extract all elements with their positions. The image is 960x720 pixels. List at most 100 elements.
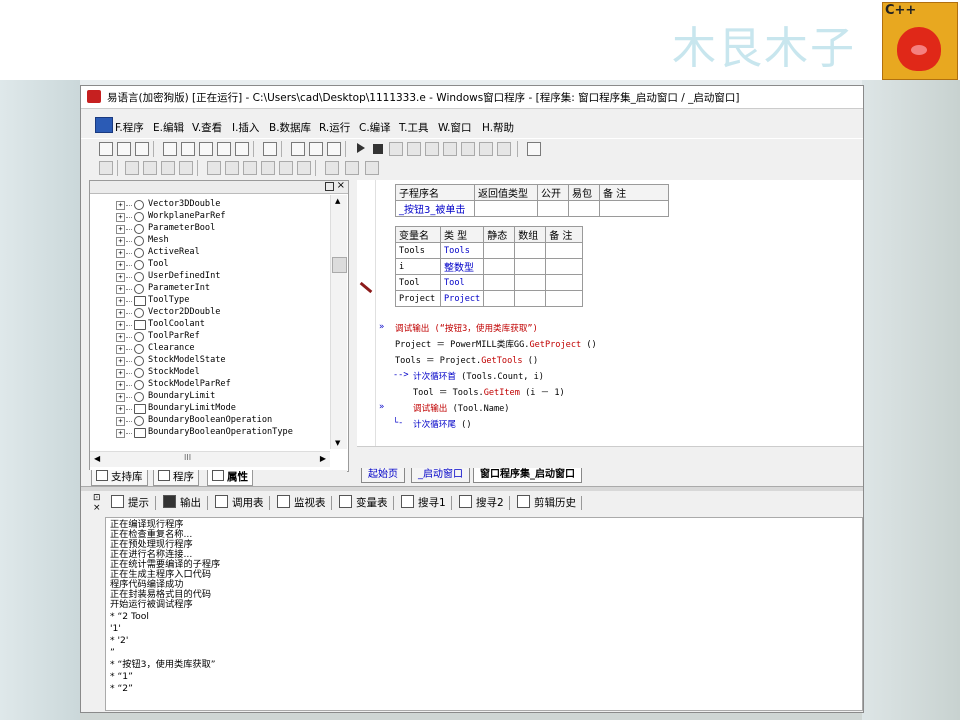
step-icon[interactable] bbox=[389, 142, 403, 156]
run-to-cursor-icon[interactable] bbox=[461, 142, 475, 156]
table-row[interactable]: i 整数型 bbox=[395, 258, 584, 275]
tab-support-library[interactable]: 支持库 bbox=[91, 470, 148, 486]
epackage-cell[interactable] bbox=[568, 200, 600, 217]
copy-icon[interactable] bbox=[181, 142, 195, 156]
code-editor[interactable]: 子程序名 返回值类型 公开 易包 备 注 _按钮3_被单击 变量名 类 型 静态… bbox=[357, 180, 863, 455]
tab-program[interactable]: 程序 bbox=[153, 470, 199, 486]
tab-clip-history[interactable]: 剪辑历史 bbox=[517, 495, 576, 510]
same-size-icon[interactable] bbox=[279, 161, 293, 175]
code-line[interactable]: --> 计次循环首 (Tools.Count, i) bbox=[393, 370, 544, 382]
tree-vertical-scrollbar[interactable]: ▲ ▼ bbox=[330, 195, 347, 449]
paste-icon[interactable] bbox=[199, 142, 213, 156]
code-line[interactable]: Tool ＝ Tools.GetItem (i － 1) bbox=[413, 386, 565, 398]
loop-arrow-icon: --> bbox=[393, 370, 409, 380]
save-icon[interactable] bbox=[135, 142, 149, 156]
tab-window-assembly[interactable]: 窗口程序集_启动窗口 bbox=[473, 468, 582, 483]
tab-watch[interactable]: 监视表 bbox=[277, 495, 326, 510]
tab-start-page[interactable]: 起始页 bbox=[361, 468, 405, 483]
stop-icon[interactable] bbox=[373, 144, 383, 154]
step-out-icon[interactable] bbox=[425, 142, 439, 156]
subroutine-name-cell[interactable]: _按钮3_被单击 bbox=[395, 200, 475, 217]
same-width-icon[interactable] bbox=[243, 161, 257, 175]
run-icon[interactable] bbox=[357, 143, 365, 153]
tab-variables[interactable]: 变量表 bbox=[339, 495, 388, 510]
library-icon bbox=[96, 470, 108, 481]
app-icon bbox=[87, 90, 101, 103]
tab-call-stack[interactable]: 调用表 bbox=[215, 495, 264, 510]
redo-icon[interactable] bbox=[235, 142, 249, 156]
center-horizontal-icon[interactable] bbox=[297, 161, 311, 175]
find-icon[interactable] bbox=[263, 142, 277, 156]
menu-view[interactable]: V.查看 bbox=[192, 120, 222, 135]
table-row[interactable]: Tools Tools bbox=[395, 242, 584, 259]
code-line[interactable]: » 调试输出 (Tool.Name) bbox=[379, 402, 509, 414]
step-into-icon[interactable] bbox=[407, 142, 421, 156]
scroll-grip[interactable]: III bbox=[184, 453, 191, 462]
tab-properties[interactable]: 属性 bbox=[207, 470, 253, 486]
col-return-type: 返回值类型 bbox=[474, 184, 538, 201]
slide-watermark-title: 木艮木子 bbox=[672, 23, 856, 74]
layout-3-icon[interactable] bbox=[327, 142, 341, 156]
code-line[interactable]: Tools ＝ Project.GetTools () bbox=[395, 354, 538, 366]
layout-2-icon[interactable] bbox=[309, 142, 323, 156]
public-cell[interactable] bbox=[537, 200, 569, 217]
tab-search-2[interactable]: 搜寻2 bbox=[459, 495, 504, 510]
tab-start-window[interactable]: _启动窗口 bbox=[411, 468, 470, 483]
layout-1-icon[interactable] bbox=[291, 142, 305, 156]
breakpoint-arrow-icon: » bbox=[379, 402, 385, 412]
step-over-icon[interactable] bbox=[443, 142, 457, 156]
program-menu-icon[interactable] bbox=[95, 117, 113, 133]
new-file-icon[interactable] bbox=[99, 142, 113, 156]
code-line[interactable]: └- 计次循环尾 () bbox=[393, 418, 472, 430]
space-horizontal-icon[interactable] bbox=[325, 161, 339, 175]
align-bottom-icon[interactable] bbox=[225, 161, 239, 175]
hand-icon[interactable] bbox=[479, 142, 493, 156]
align-grid-icon[interactable] bbox=[99, 161, 113, 175]
tab-output[interactable]: 输出 bbox=[163, 495, 201, 510]
tab-search-1[interactable]: 搜寻1 bbox=[401, 495, 446, 510]
title-bar[interactable]: 易语言(加密狗版) [正在运行] - C:\Users\cad\Desktop\… bbox=[81, 86, 863, 109]
output-console[interactable]: 正在编译现行程序 正在检查重复名称... 正在预处理现行程序 正在进行名称连接.… bbox=[105, 517, 863, 711]
menu-compile[interactable]: C.编译 bbox=[359, 120, 391, 135]
scroll-left-icon[interactable]: ◀ bbox=[94, 454, 100, 463]
return-type-cell[interactable] bbox=[474, 200, 538, 217]
scroll-down-icon[interactable]: ▼ bbox=[335, 439, 340, 447]
table-row[interactable]: Tool Tool bbox=[395, 274, 584, 291]
menu-edit[interactable]: E.编辑 bbox=[153, 120, 184, 135]
menu-program[interactable]: F.程序 bbox=[115, 120, 144, 135]
pin-close-icon[interactable]: ⊡ × bbox=[93, 493, 101, 513]
mascot-icon bbox=[897, 27, 941, 71]
close-icon[interactable]: × bbox=[337, 180, 345, 191]
undo-icon[interactable] bbox=[217, 142, 231, 156]
scroll-thumb[interactable] bbox=[332, 257, 347, 273]
menu-help[interactable]: H.帮助 bbox=[482, 120, 514, 135]
menu-run[interactable]: R.运行 bbox=[319, 120, 350, 135]
wait-icon[interactable] bbox=[497, 142, 511, 156]
editor-horizontal-scrollbar[interactable] bbox=[357, 446, 863, 455]
scroll-right-icon[interactable]: ▶ bbox=[320, 454, 326, 463]
bring-front-icon[interactable] bbox=[365, 161, 379, 175]
binoculars-icon[interactable] bbox=[527, 142, 541, 156]
remark-cell[interactable] bbox=[599, 200, 669, 217]
pin-icon[interactable] bbox=[325, 182, 334, 191]
space-vertical-icon[interactable] bbox=[345, 161, 359, 175]
align-left-icon[interactable] bbox=[125, 161, 139, 175]
menu-window[interactable]: W.窗口 bbox=[438, 120, 472, 135]
scroll-up-icon[interactable]: ▲ bbox=[335, 197, 340, 205]
code-line[interactable]: » 调试输出 (“按钮3，使用类库获取”) bbox=[379, 322, 538, 334]
align-right-icon[interactable] bbox=[161, 161, 175, 175]
align-center-icon[interactable] bbox=[143, 161, 157, 175]
cut-icon[interactable] bbox=[163, 142, 177, 156]
open-folder-icon[interactable] bbox=[117, 142, 131, 156]
menu-database[interactable]: B.数据库 bbox=[269, 120, 311, 135]
align-top-icon[interactable] bbox=[179, 161, 193, 175]
align-middle-icon[interactable] bbox=[207, 161, 221, 175]
code-line[interactable]: Project ＝ PowerMILL类库GG.GetProject () bbox=[395, 338, 597, 350]
tab-hint[interactable]: 提示 bbox=[111, 495, 149, 510]
menu-insert[interactable]: I.插入 bbox=[232, 120, 259, 135]
cpp-logo: C++ bbox=[882, 2, 958, 80]
same-height-icon[interactable] bbox=[261, 161, 275, 175]
table-row[interactable]: Project Project bbox=[395, 290, 584, 307]
tree-horizontal-scrollbar[interactable]: ◀ III ▶ bbox=[90, 451, 330, 467]
menu-tools[interactable]: T.工具 bbox=[399, 120, 429, 135]
